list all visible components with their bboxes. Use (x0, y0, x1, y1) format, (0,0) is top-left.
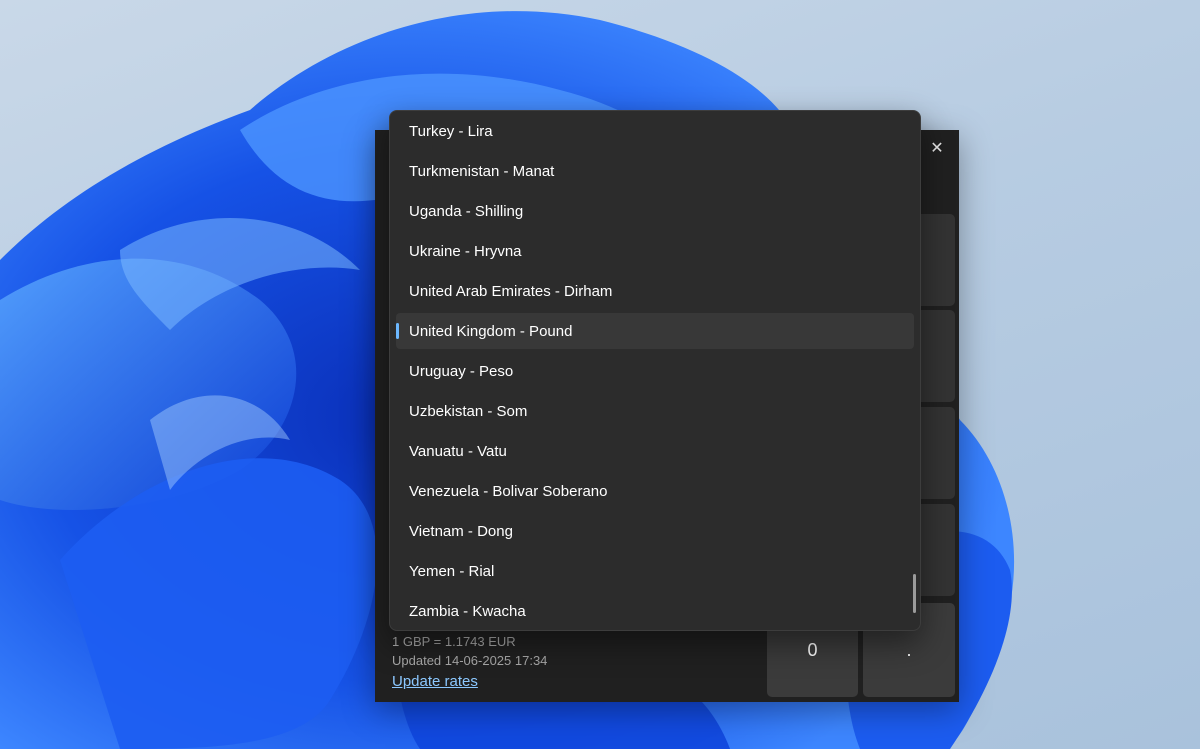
currency-option[interactable]: Venezuela - Bolivar Soberano (396, 473, 914, 509)
option-label: Vanuatu - Vatu (409, 442, 507, 460)
option-label: Vietnam - Dong (409, 522, 513, 540)
selection-indicator (396, 323, 399, 339)
option-label: Zambia - Kwacha (409, 602, 526, 620)
currency-dropdown-list[interactable]: Turkey - Lira Turkmenistan - Manat Ugand… (389, 110, 921, 631)
option-label: Uruguay - Peso (409, 362, 514, 380)
option-label: Ukraine - Hryvna (409, 242, 522, 260)
scrollbar-thumb[interactable] (913, 574, 916, 613)
desktop: ✕ 1 GBP = 1.1743 EUR Updated 14-06-2025 … (0, 0, 1200, 749)
update-rates-link[interactable]: Update rates (392, 673, 478, 690)
option-label: Uzbekistan - Som (409, 402, 528, 420)
currency-option[interactable]: Vanuatu - Vatu (396, 433, 914, 469)
option-label: Yemen - Rial (409, 562, 495, 580)
updated-timestamp: Updated 14-06-2025 17:34 (392, 653, 548, 668)
rate-info: 1 GBP = 1.1743 EUR Updated 14-06-2025 17… (392, 632, 547, 670)
currency-option[interactable]: Ukraine - Hryvna (396, 233, 914, 269)
option-label: Turkey - Lira (409, 122, 493, 140)
option-label: United Kingdom - Pound (409, 322, 573, 340)
currency-option[interactable]: Turkmenistan - Manat (396, 153, 914, 189)
currency-option[interactable]: Yemen - Rial (396, 553, 914, 589)
currency-option[interactable]: Uganda - Shilling (396, 193, 914, 229)
currency-option-selected[interactable]: United Kingdom - Pound (396, 313, 914, 349)
currency-option[interactable]: Turkey - Lira (396, 113, 914, 149)
currency-option[interactable]: Zambia - Kwacha (396, 593, 914, 629)
currency-option[interactable]: United Arab Emirates - Dirham (396, 273, 914, 309)
currency-option[interactable]: Uruguay - Peso (396, 353, 914, 389)
option-label: United Arab Emirates - Dirham (409, 282, 613, 300)
close-icon[interactable]: ✕ (925, 136, 949, 160)
currency-option[interactable]: Vietnam - Dong (396, 513, 914, 549)
option-label: Venezuela - Bolivar Soberano (409, 482, 608, 500)
currency-option[interactable]: Uzbekistan - Som (396, 393, 914, 429)
exchange-rate-text: 1 GBP = 1.1743 EUR (392, 634, 516, 649)
option-label: Uganda - Shilling (409, 202, 524, 220)
option-label: Turkmenistan - Manat (409, 162, 555, 180)
